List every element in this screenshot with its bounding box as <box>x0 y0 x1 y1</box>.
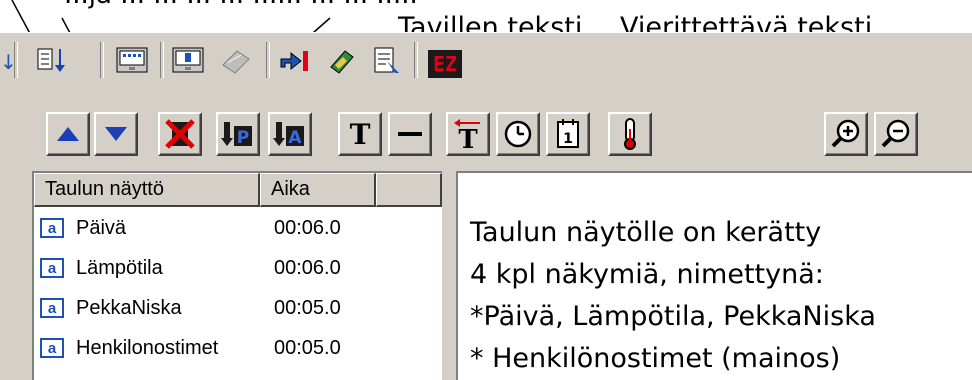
list-item-name: Lämpötila <box>76 257 163 279</box>
toolbar-separator <box>14 42 18 78</box>
insert-a-button[interactable]: A <box>268 112 312 156</box>
insert-temperature-button[interactable] <box>608 112 652 156</box>
list-item-name: Henkilonostimet <box>76 337 219 359</box>
delete-icon <box>165 119 195 149</box>
text-view-icon: a <box>40 338 64 358</box>
arrow-up-icon <box>57 127 79 141</box>
ez-label: EZ <box>432 52 458 76</box>
insert-p-button[interactable]: P <box>216 112 260 156</box>
sort-down-icon[interactable] <box>34 42 70 78</box>
display-icon[interactable] <box>114 42 150 78</box>
toolbar-separator <box>414 42 418 78</box>
text-view-icon: a <box>40 298 64 318</box>
text-icon: T <box>349 117 371 151</box>
insert-scroll-text-button[interactable]: T <box>446 112 490 156</box>
column-header-time[interactable]: Aika <box>260 173 376 207</box>
preview-pane: Taulun näytölle on kerätty 4 kpl näkymiä… <box>456 171 972 380</box>
scroll-text-icon: T <box>454 119 480 151</box>
insert-text-button[interactable]: T <box>338 112 382 156</box>
preview-line: * Henkilönostimet (mainos) <box>470 343 841 374</box>
list-item-time: 00:06.0 <box>274 217 341 239</box>
svg-text:T: T <box>458 125 478 151</box>
eraser-icon[interactable] <box>218 42 254 78</box>
insert-p-icon: P <box>221 122 252 148</box>
export-icon[interactable] <box>276 42 312 78</box>
list-item[interactable]: a Henkilonostimet 00:05.0 <box>34 333 442 365</box>
toolbar-separator <box>266 42 270 78</box>
insert-date-button[interactable]: 1 <box>546 112 590 156</box>
annotation-top-partial: ...ja ... ... ... ... ...... ... ... ...… <box>64 0 418 8</box>
column-header-screen[interactable]: Taulun näyttö <box>34 173 260 207</box>
move-down-button[interactable] <box>94 112 138 156</box>
text-view-icon: a <box>40 218 64 238</box>
svg-text:P: P <box>237 128 249 148</box>
preview-line: *Päivä, Lämpötila, PekkaNiska <box>470 301 876 332</box>
preview-line: Taulun näytölle on kerätty <box>470 217 822 248</box>
delete-button[interactable] <box>158 112 202 156</box>
toolbar-separator <box>100 42 104 78</box>
list-item[interactable]: a Päivä 00:06.0 <box>34 213 442 245</box>
list-item[interactable]: a Lämpötila 00:06.0 <box>34 253 442 285</box>
list-item-time: 00:06.0 <box>274 257 341 279</box>
ez-icon[interactable]: EZ <box>428 50 462 78</box>
list-item-time: 00:05.0 <box>274 337 341 359</box>
zoom-out-icon <box>881 119 910 148</box>
list-item-name: PekkaNiska <box>76 297 182 319</box>
zoom-in-button[interactable] <box>824 112 868 156</box>
insert-clock-button[interactable] <box>496 112 540 156</box>
zoom-out-button[interactable] <box>874 112 918 156</box>
list-item-name: Päivä <box>76 217 127 239</box>
list-item[interactable]: a PekkaNiska 00:05.0 <box>34 293 442 325</box>
svg-text:1: 1 <box>563 131 573 147</box>
insert-a-icon: A <box>273 122 304 148</box>
column-header-empty <box>376 173 442 207</box>
arrow-down-icon <box>105 127 127 141</box>
list-item-time: 00:05.0 <box>274 297 341 319</box>
svg-text:A: A <box>288 128 302 148</box>
insert-line-button[interactable] <box>388 112 432 156</box>
toolbar-separator <box>160 42 164 78</box>
toolbar-left-edge-icon: ↓ <box>0 50 17 74</box>
calendar-icon: 1 <box>557 119 579 148</box>
line-icon <box>398 132 422 136</box>
clock-icon <box>504 120 532 148</box>
edit-icon[interactable] <box>324 42 360 78</box>
text-view-icon: a <box>40 258 64 278</box>
zoom-in-icon <box>831 119 860 148</box>
screen-list[interactable]: Taulun näyttö Aika a Päivä 00:06.0 a Läm… <box>32 171 442 380</box>
preview-line: 4 kpl näkymiä, nimettynä: <box>470 259 824 290</box>
move-up-button[interactable] <box>46 112 90 156</box>
display-2-icon[interactable] <box>170 42 206 78</box>
document-icon[interactable] <box>368 42 404 78</box>
thermometer-icon <box>624 118 636 150</box>
